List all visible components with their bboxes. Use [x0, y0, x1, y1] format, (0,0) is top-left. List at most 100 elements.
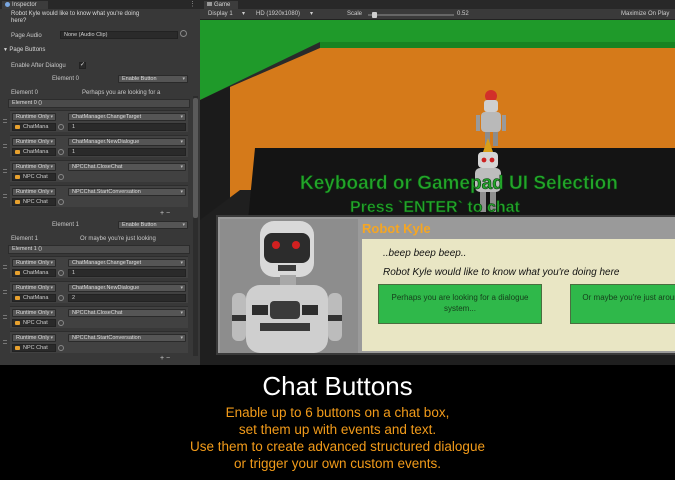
scale-value: 0.52 [457, 11, 469, 17]
drag-handle-icon[interactable] [3, 265, 7, 269]
message-text-line2[interactable]: here? [11, 18, 26, 24]
argument-field[interactable]: 1 [68, 123, 186, 131]
info-icon [5, 1, 10, 7]
target-object-field[interactable]: ChatMana [12, 148, 56, 156]
element-1-text-value[interactable]: Or maybe you're just looking [80, 236, 156, 242]
message-text[interactable]: Robot Kyle would like to know what you'r… [11, 11, 139, 17]
drag-handle-icon[interactable] [3, 290, 7, 294]
object-picker-icon[interactable] [58, 295, 64, 301]
element-0-text-value[interactable]: Perhaps you are looking for a [82, 90, 160, 96]
drag-handle-icon[interactable] [3, 194, 7, 198]
robot-portrait-image [220, 219, 358, 353]
remove-event-button[interactable]: − [166, 210, 170, 217]
add-event-button[interactable]: + [160, 210, 164, 217]
game-tab[interactable]: Game [204, 1, 238, 9]
inspector-tab[interactable]: Inspector [2, 1, 48, 9]
display-dropdown-arrow-icon[interactable]: ▾ [242, 9, 245, 20]
chat-icon [15, 175, 20, 179]
drag-handle-icon[interactable] [3, 315, 7, 319]
runtime-dropdown[interactable]: Runtime Only [12, 138, 56, 146]
chat-icon [15, 346, 20, 350]
event-row: Runtime Only ChatManager.NewDialogue Cha… [3, 135, 188, 157]
add-event-button[interactable]: + [160, 355, 164, 362]
game-tab-bar: Game [200, 0, 675, 9]
target-object-field[interactable]: ChatMana [12, 269, 56, 277]
runtime-dropdown[interactable]: Runtime Only [12, 188, 56, 196]
function-dropdown[interactable]: ChatManager.ChangeTarget [68, 259, 186, 267]
scale-slider[interactable] [368, 12, 454, 18]
promo-caption: Chat Buttons Enable up to 6 buttons on a… [0, 365, 675, 480]
element-1-foldout[interactable]: Element 1 () [8, 245, 190, 254]
runtime-dropdown[interactable]: Runtime Only [12, 113, 56, 121]
drag-handle-icon[interactable] [3, 119, 7, 123]
object-picker-icon[interactable] [58, 320, 64, 326]
element-0-enable-dropdown[interactable]: Enable Button [118, 75, 188, 83]
runtime-dropdown[interactable]: Runtime Only [12, 284, 56, 292]
function-dropdown[interactable]: NPCChat.StartConversation [68, 334, 186, 342]
page-audio-field[interactable]: None (Audio Clip) [60, 31, 178, 39]
object-picker-icon[interactable] [58, 124, 64, 130]
enable-after-dialogue-checkbox[interactable]: ✓ [79, 62, 86, 69]
function-dropdown[interactable]: ChatManager.NewDialogue [68, 284, 186, 292]
banner-line-1: Keyboard or Gamepad UI Selection [300, 173, 618, 194]
game-panel: Game Display 1 ▾ HD (1920x1080) ▾ Scale … [200, 0, 675, 365]
add-remove-buttons: + − [160, 355, 182, 363]
event-row: Runtime Only NPCChat.StartConversation N… [3, 331, 188, 353]
runtime-dropdown[interactable]: Runtime Only [12, 309, 56, 317]
object-picker-icon[interactable] [58, 174, 64, 180]
target-object-field[interactable]: NPC Chat [12, 198, 56, 206]
drag-handle-icon[interactable] [3, 144, 7, 148]
caption-line: set them up with events and text. [238, 422, 437, 437]
scale-label: Scale [347, 11, 363, 17]
chat-icon [15, 271, 20, 275]
banner-text-layer: Keyboard or Gamepad UI Selection Press `… [300, 173, 618, 217]
argument-field[interactable]: 1 [68, 269, 186, 277]
runtime-dropdown[interactable]: Runtime Only [12, 334, 56, 342]
function-dropdown[interactable]: ChatManager.ChangeTarget [68, 113, 186, 121]
banner-line-2: Press `ENTER` to chat [350, 199, 520, 216]
scrollbar-thumb[interactable] [193, 98, 198, 218]
page-buttons-foldout[interactable]: ▼ Page Buttons [3, 47, 45, 53]
object-picker-icon[interactable] [58, 149, 64, 155]
runtime-dropdown[interactable]: Runtime Only [12, 163, 56, 171]
inspector-tab-bar: Inspector ⋮ [0, 0, 200, 9]
target-object-field[interactable]: ChatMana [12, 294, 56, 302]
element-1-enable-dropdown[interactable]: Enable Button [118, 221, 188, 229]
chat-icon [15, 321, 20, 325]
function-dropdown[interactable]: NPCChat.StartConversation [68, 188, 186, 196]
object-picker-icon[interactable] [180, 30, 187, 37]
drag-handle-icon[interactable] [3, 169, 7, 173]
object-picker-icon[interactable] [58, 345, 64, 351]
argument-field[interactable]: 2 [68, 294, 186, 302]
drag-handle-icon[interactable] [3, 340, 7, 344]
inspector-scrollbar[interactable] [193, 96, 198, 356]
element-1-header: Element 1 [52, 222, 80, 228]
resolution-dropdown-arrow-icon[interactable]: ▾ [310, 9, 313, 20]
maximize-on-play-toggle[interactable]: Maximize On Play [621, 9, 669, 20]
function-dropdown[interactable]: NPCChat.CloseChat [68, 309, 186, 317]
event-row: Runtime Only ChatManager.ChangeTarget Ch… [3, 110, 188, 132]
element-0-foldout[interactable]: Element 0 () [8, 99, 190, 108]
runtime-dropdown[interactable]: Runtime Only [12, 259, 56, 267]
target-object-field[interactable]: NPC Chat [12, 344, 56, 352]
event-row: Runtime Only ChatManager.NewDialogue Cha… [3, 281, 188, 303]
object-picker-icon[interactable] [58, 270, 64, 276]
chat-icon [15, 125, 20, 129]
object-picker-icon[interactable] [58, 199, 64, 205]
function-dropdown[interactable]: NPCChat.CloseChat [68, 163, 186, 171]
function-dropdown[interactable]: ChatManager.NewDialogue [68, 138, 186, 146]
game-controller-icon [207, 2, 212, 6]
resolution-dropdown[interactable]: HD (1920x1080) [256, 9, 300, 20]
panel-menu-icon[interactable]: ⋮ [189, 0, 196, 9]
target-object-field[interactable]: NPC Chat [12, 319, 56, 327]
argument-field[interactable]: 1 [68, 148, 186, 156]
remove-event-button[interactable]: − [166, 355, 170, 362]
display-dropdown[interactable]: Display 1 [208, 9, 233, 20]
scale-slider-handle[interactable] [372, 12, 378, 18]
chat-icon [15, 296, 20, 300]
speaker-portrait [220, 219, 358, 353]
target-object-field[interactable]: ChatMana [12, 123, 56, 131]
target-object-field[interactable]: NPC Chat [12, 173, 56, 181]
chat-option-button-1[interactable]: Perhaps you are looking for a dialogue s… [378, 284, 542, 324]
chat-option-button-2[interactable]: Or maybe you're just around.. [570, 284, 675, 324]
